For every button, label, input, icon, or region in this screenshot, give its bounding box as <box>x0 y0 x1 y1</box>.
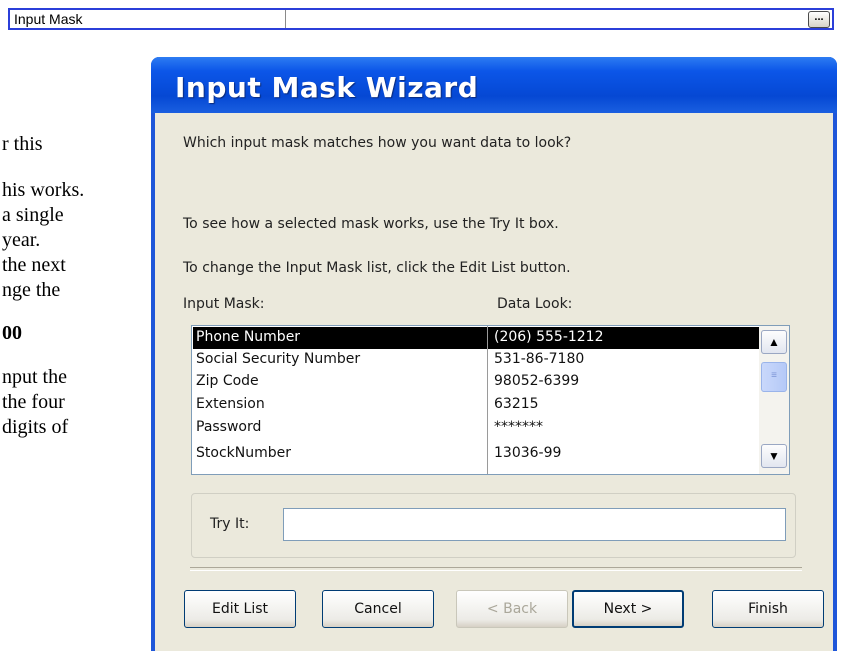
scroll-down-icon[interactable]: ▼ <box>761 444 787 468</box>
back-button[interactable]: < Back <box>456 590 568 628</box>
title-bar[interactable]: Input Mask Wizard <box>151 57 837 113</box>
try-it-label: Try It: <box>210 516 250 532</box>
doc-text-line: the four <box>2 391 65 413</box>
input-mask-column-header: Input Mask: <box>183 296 265 312</box>
next-button[interactable]: Next > <box>572 590 684 628</box>
input-mask-wizard-dialog: Input Mask Wizard Which input mask match… <box>151 57 837 651</box>
list-item[interactable]: StockNumber 13036-99 <box>193 443 759 465</box>
doc-text-line: digits of <box>2 416 69 438</box>
try-it-group: Try It: <box>191 493 796 558</box>
mask-name: Zip Code <box>196 373 259 389</box>
edit-hint-text: To change the Input Mask list, click the… <box>183 260 571 276</box>
try-it-input[interactable] <box>283 508 786 541</box>
doc-text-line: 00 <box>2 322 22 344</box>
divider <box>190 567 802 571</box>
mask-name: Phone Number <box>196 329 301 345</box>
vertical-scrollbar[interactable]: ▲ ≡ ▼ <box>759 326 789 474</box>
list-item[interactable]: Zip Code 98052-6399 <box>193 371 759 393</box>
property-label: Input Mask <box>10 10 286 28</box>
doc-text-line: year. <box>2 229 41 251</box>
dialog-title: Input Mask Wizard <box>175 71 479 104</box>
list-item[interactable]: Social Security Number 531-86-7180 <box>193 349 759 371</box>
doc-text-line: r this <box>2 133 43 155</box>
cancel-button[interactable]: Cancel <box>322 590 434 628</box>
mask-example: 531-86-7180 <box>494 351 585 367</box>
doc-text-line: the next <box>2 254 66 276</box>
mask-name: StockNumber <box>196 445 291 461</box>
mask-name: Extension <box>196 396 265 412</box>
question-text: Which input mask matches how you want da… <box>183 135 572 151</box>
mask-name: Password <box>196 419 262 435</box>
doc-text-line: nge the <box>2 279 61 301</box>
scroll-thumb[interactable]: ≡ <box>761 362 787 392</box>
scroll-up-icon[interactable]: ▲ <box>761 330 787 354</box>
data-look-column-header: Data Look: <box>497 296 573 312</box>
mask-example: 98052-6399 <box>494 373 580 389</box>
edit-list-button[interactable]: Edit List <box>184 590 296 628</box>
mask-example: ******* <box>494 419 543 435</box>
list-item[interactable]: Phone Number (206) 555-1212 <box>193 327 759 349</box>
input-mask-list[interactable]: Phone Number (206) 555-1212 Social Secur… <box>191 325 790 475</box>
doc-text-line: nput the <box>2 366 67 388</box>
try-hint-text: To see how a selected mask works, use th… <box>183 216 559 232</box>
mask-example: (206) 555-1212 <box>494 329 604 345</box>
doc-text-line: his works. <box>2 179 85 201</box>
doc-text-line: a single <box>2 204 64 226</box>
build-button[interactable]: ... <box>808 11 830 28</box>
list-item[interactable]: Extension 63215 <box>193 394 759 416</box>
mask-name: Social Security Number <box>196 351 361 367</box>
finish-button[interactable]: Finish <box>712 590 824 628</box>
column-divider <box>487 326 488 474</box>
list-item[interactable]: Password ******* <box>193 417 759 439</box>
input-mask-property-row[interactable]: Input Mask ... <box>8 8 834 30</box>
mask-example: 13036-99 <box>494 445 562 461</box>
mask-example: 63215 <box>494 396 539 412</box>
